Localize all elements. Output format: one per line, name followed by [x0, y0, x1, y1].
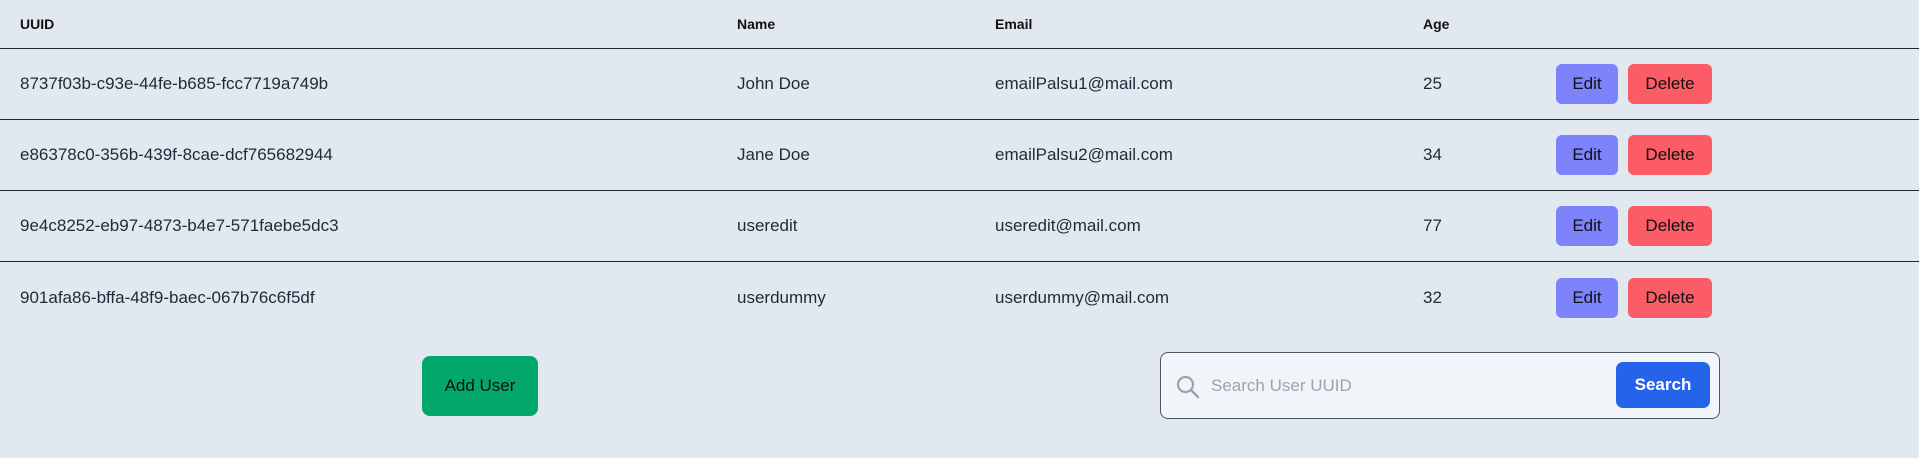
cell-email: userdummy@mail.com — [995, 287, 1170, 307]
row-actions: Edit Delete — [1556, 120, 1712, 190]
cell-age: 32 — [1423, 287, 1442, 307]
row-actions: Edit Delete — [1556, 262, 1712, 333]
cell-name: John Doe — [737, 74, 810, 93]
header-email: Email — [995, 16, 1033, 32]
cell-age: 25 — [1423, 74, 1442, 93]
delete-button[interactable]: Delete — [1628, 64, 1712, 104]
add-user-button[interactable]: Add User — [422, 356, 538, 416]
edit-button[interactable]: Edit — [1556, 277, 1618, 318]
cell-uuid: 901afa86-bffa-48f9-baec-067b76c6f5df — [20, 287, 315, 307]
edit-button[interactable]: Edit — [1556, 135, 1618, 175]
table-row: 8737f03b-c93e-44fe-b685-fcc7719a749b Joh… — [0, 49, 1919, 120]
cell-uuid: e86378c0-356b-439f-8cae-dcf765682944 — [20, 145, 333, 164]
cell-name: Jane Doe — [737, 145, 810, 164]
header-age: Age — [1423, 16, 1450, 32]
cell-email: emailPalsu2@mail.com — [995, 145, 1173, 164]
edit-button[interactable]: Edit — [1556, 64, 1618, 104]
cell-age: 77 — [1423, 216, 1442, 235]
cell-name: useredit — [737, 216, 798, 235]
cell-uuid: 9e4c8252-eb97-4873-b4e7-571faebe5dc3 — [20, 216, 339, 235]
cell-uuid: 8737f03b-c93e-44fe-b685-fcc7719a749b — [20, 74, 329, 93]
cell-email: emailPalsu1@mail.com — [995, 74, 1173, 93]
table-row: e86378c0-356b-439f-8cae-dcf765682944 Jan… — [0, 120, 1919, 191]
edit-button[interactable]: Edit — [1556, 206, 1618, 246]
header-uuid: UUID — [20, 16, 55, 32]
search-form: Search — [1160, 352, 1720, 419]
search-button[interactable]: Search — [1616, 362, 1710, 408]
table-header-row: UUID Name Email Age — [0, 0, 1919, 49]
cell-age: 34 — [1423, 145, 1442, 164]
header-name: Name — [737, 16, 776, 32]
search-icon — [1175, 374, 1201, 400]
cell-name: userdummy — [737, 287, 826, 307]
table-row: 9e4c8252-eb97-4873-b4e7-571faebe5dc3 use… — [0, 191, 1919, 262]
delete-button[interactable]: Delete — [1628, 206, 1712, 246]
search-input[interactable] — [1211, 365, 1651, 407]
delete-button[interactable]: Delete — [1628, 277, 1712, 318]
cell-email: useredit@mail.com — [995, 216, 1141, 235]
row-actions: Edit Delete — [1556, 49, 1712, 119]
delete-button[interactable]: Delete — [1628, 135, 1712, 175]
row-actions: Edit Delete — [1556, 191, 1712, 261]
users-table: UUID Name Email Age 8737f03b-c93e-44fe-b… — [0, 0, 1919, 333]
table-row: 901afa86-bffa-48f9-baec-067b76c6f5df use… — [0, 262, 1919, 333]
